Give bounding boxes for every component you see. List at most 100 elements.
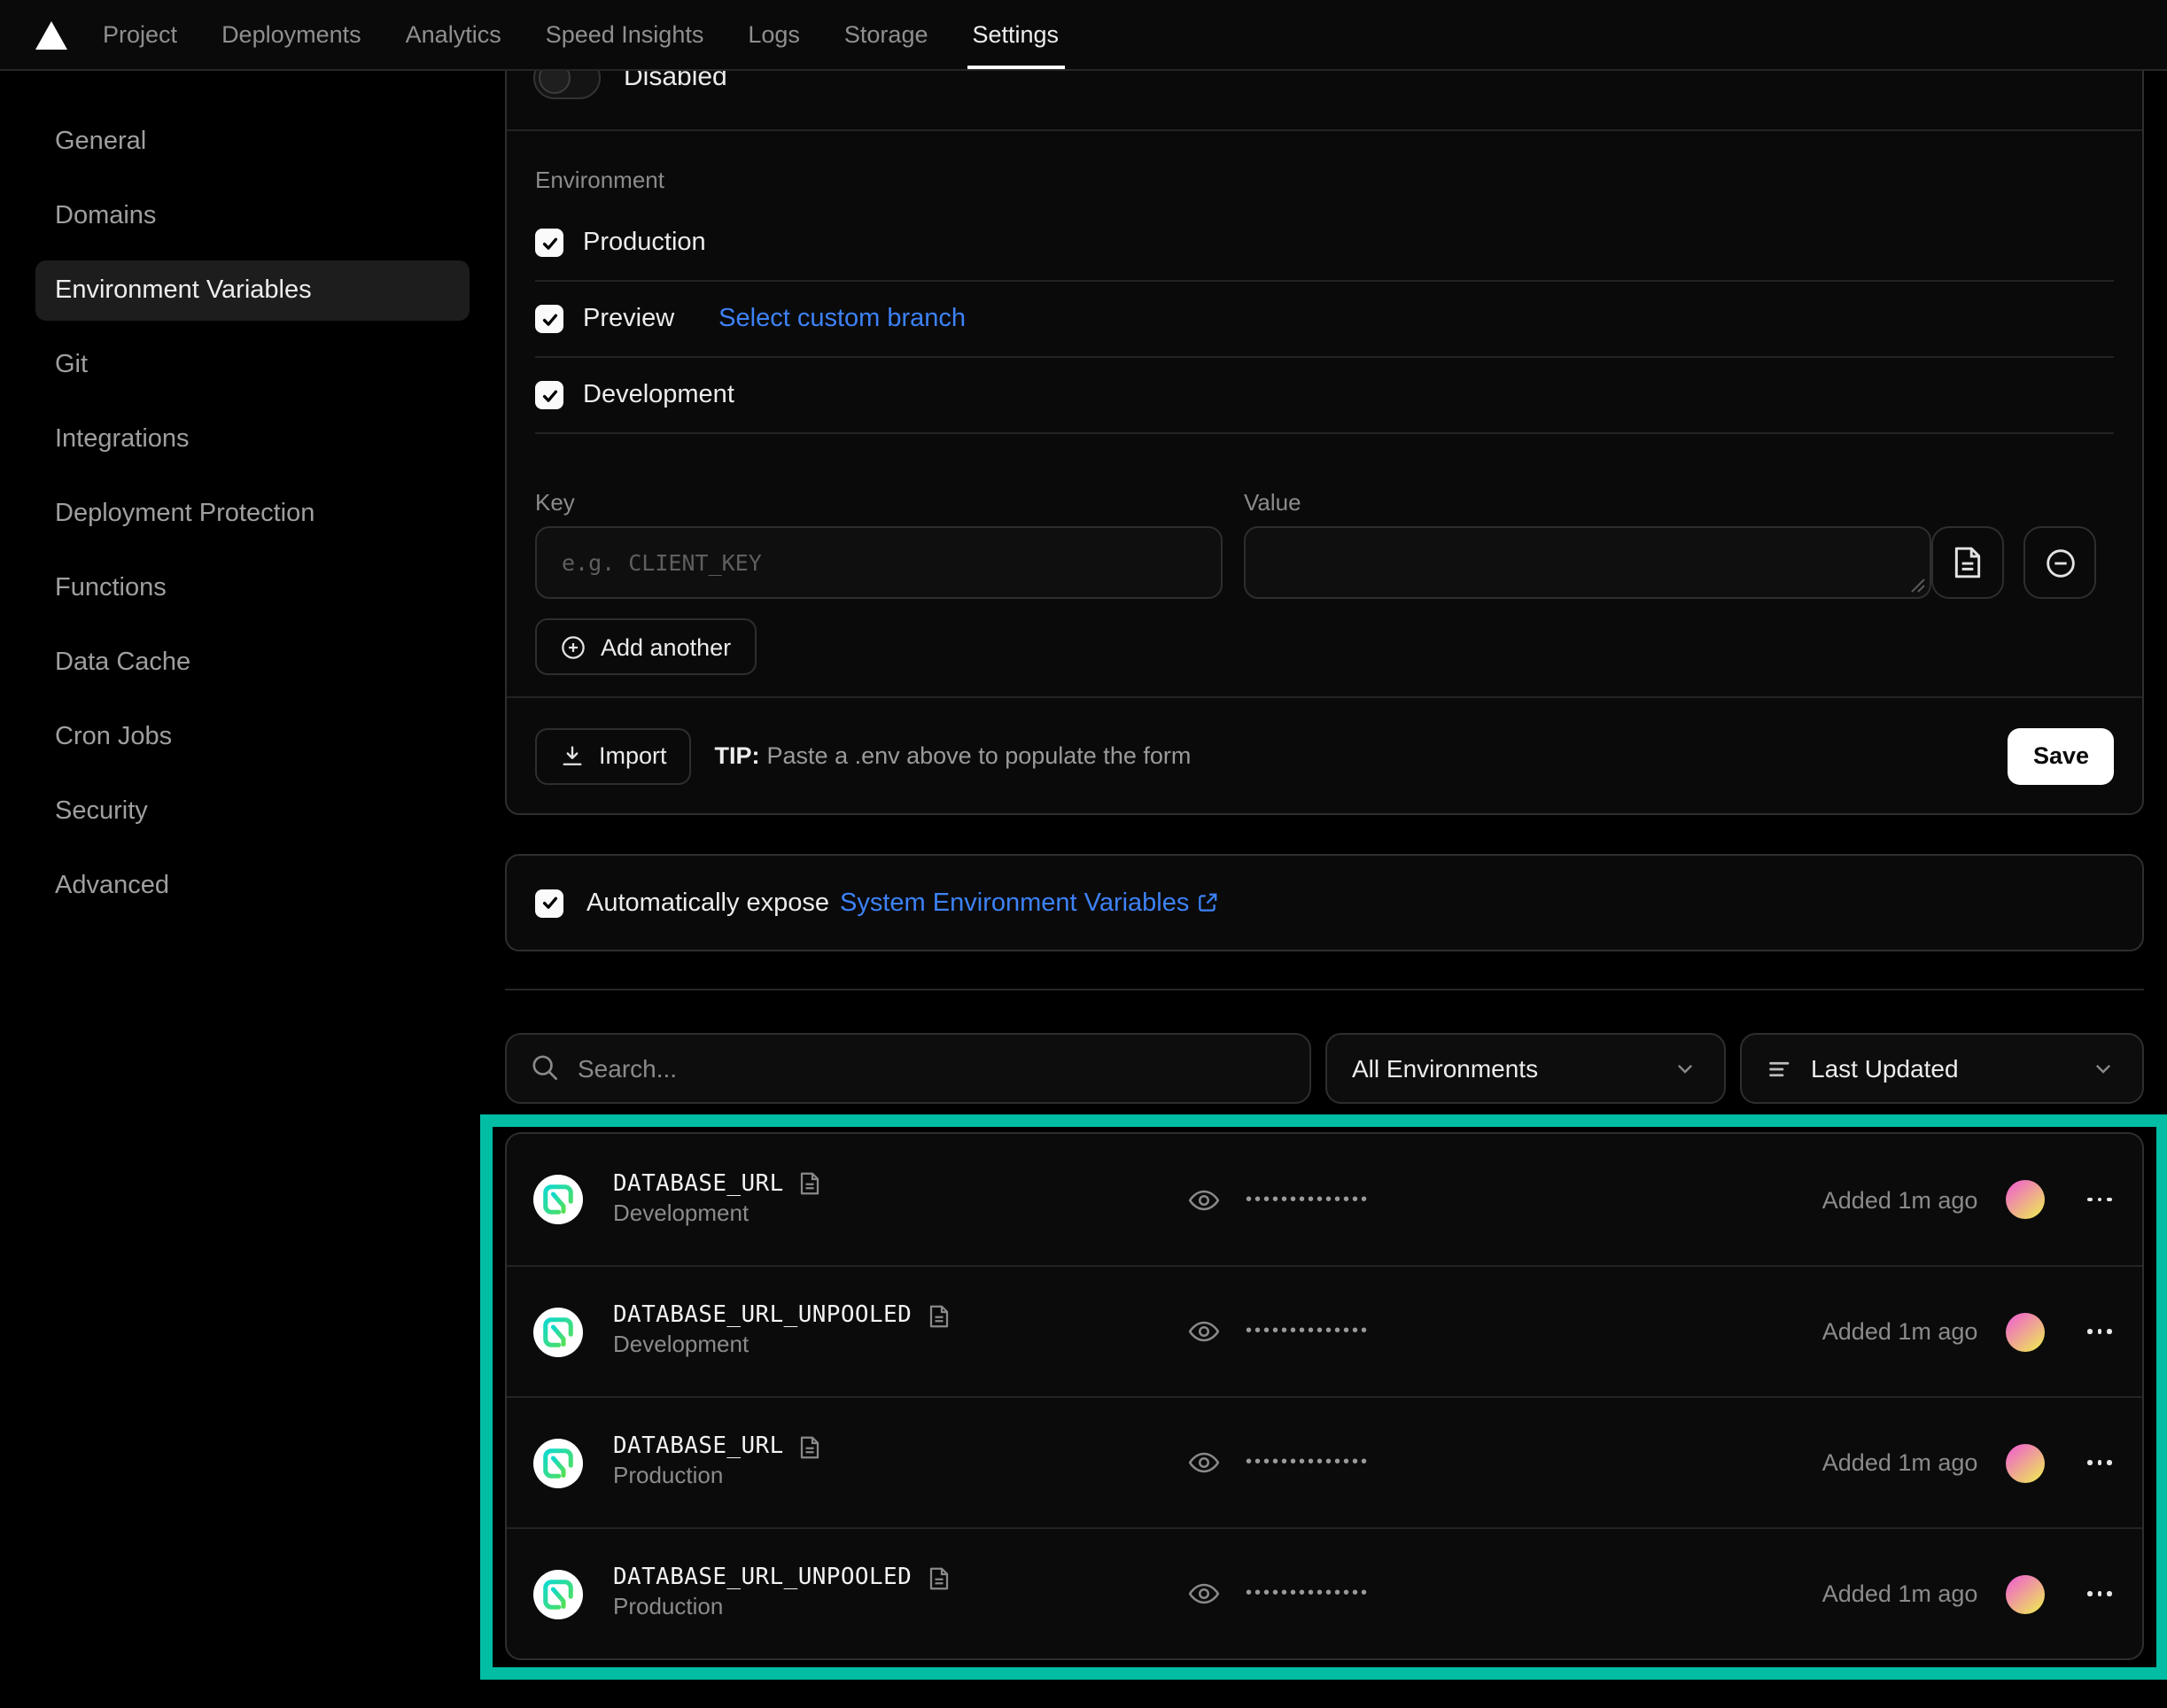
sidebar-item-data-cache[interactable]: Data Cache bbox=[35, 633, 470, 693]
value-label: Value bbox=[1244, 489, 1301, 516]
remove-row-button[interactable] bbox=[2023, 526, 2096, 599]
sort-icon bbox=[1767, 1055, 1793, 1082]
tab-logs[interactable]: Logs bbox=[748, 0, 800, 69]
checkbox-preview[interactable] bbox=[535, 305, 563, 333]
env-var-list: DATABASE_URL Development •••••• bbox=[505, 1132, 2144, 1660]
sidebar-item-cron-jobs[interactable]: Cron Jobs bbox=[35, 707, 470, 767]
tab-settings[interactable]: Settings bbox=[973, 0, 1060, 69]
vercel-logo-icon[interactable] bbox=[35, 20, 82, 49]
add-another-button[interactable]: Add another bbox=[535, 618, 756, 675]
row-menu-button[interactable] bbox=[2084, 1453, 2116, 1471]
sidebar-item-security[interactable]: Security bbox=[35, 781, 470, 842]
masked-value: •••••••••••••• bbox=[1246, 1322, 1370, 1341]
tab-deployments[interactable]: Deployments bbox=[221, 0, 361, 69]
environment-option-development: Development bbox=[535, 358, 2114, 434]
env-var-environment: Development bbox=[613, 1199, 749, 1225]
row-menu-button[interactable] bbox=[2084, 1190, 2116, 1208]
env-var-row: DATABASE_URL Development •••••• bbox=[507, 1134, 2142, 1265]
minus-circle-icon bbox=[2042, 545, 2078, 580]
search-icon bbox=[528, 1051, 562, 1084]
select-custom-branch-link[interactable]: Select custom branch bbox=[718, 305, 966, 333]
sidebar-item-integrations[interactable]: Integrations bbox=[35, 409, 470, 470]
neon-logo-icon bbox=[542, 1184, 574, 1215]
expose-label: Automatically expose bbox=[586, 889, 829, 917]
user-avatar bbox=[2006, 1180, 2045, 1219]
env-var-environment: Production bbox=[613, 1593, 723, 1619]
neon-integration-avatar bbox=[533, 1175, 583, 1224]
search-input[interactable] bbox=[505, 1033, 1311, 1104]
eye-reveal-icon[interactable] bbox=[1187, 1577, 1221, 1611]
sort-select[interactable]: Last Updated bbox=[1740, 1033, 2144, 1104]
import-button[interactable]: Import bbox=[535, 727, 692, 784]
value-input[interactable] bbox=[1244, 526, 1931, 599]
annotation-highlight-box: DATABASE_URL Development •••••• bbox=[480, 1114, 2167, 1680]
check-icon bbox=[540, 309, 559, 329]
vercel-settings-page: Project Deployments Analytics Speed Insi… bbox=[0, 0, 2167, 1708]
development-label: Development bbox=[583, 381, 734, 409]
added-timestamp: Added 1m ago bbox=[1822, 1580, 1978, 1607]
filters-row: All Environments Last Updated bbox=[505, 1033, 2144, 1104]
added-timestamp: Added 1m ago bbox=[1822, 1186, 1978, 1213]
sidebar-item-advanced[interactable]: Advanced bbox=[35, 856, 470, 916]
tab-project[interactable]: Project bbox=[103, 0, 177, 69]
file-icon bbox=[1953, 546, 1983, 579]
check-icon bbox=[540, 893, 559, 912]
section-divider bbox=[505, 989, 2144, 990]
check-icon bbox=[540, 385, 559, 405]
env-var-environment: Production bbox=[613, 1462, 723, 1488]
note-icon bbox=[800, 1171, 821, 1196]
resize-handle-icon[interactable] bbox=[1910, 578, 1926, 594]
check-icon bbox=[540, 233, 559, 252]
system-env-variables-link[interactable]: System Environment Variables bbox=[840, 889, 1219, 917]
environment-option-preview: Preview Select custom branch bbox=[535, 282, 2114, 358]
checkbox-development[interactable] bbox=[535, 381, 563, 409]
masked-value: •••••••••••••• bbox=[1246, 1584, 1370, 1603]
env-var-row: DATABASE_URL_UNPOOLED Production bbox=[507, 1527, 2142, 1658]
key-value-section: Key Value bbox=[507, 434, 2142, 675]
row-menu-button[interactable] bbox=[2084, 1584, 2116, 1603]
masked-value: •••••••••••••• bbox=[1246, 1453, 1370, 1472]
row-menu-button[interactable] bbox=[2084, 1322, 2116, 1340]
eye-reveal-icon[interactable] bbox=[1187, 1446, 1221, 1479]
note-icon bbox=[928, 1303, 949, 1328]
environment-label: Environment bbox=[535, 131, 2114, 206]
settings-content: Disabled Environment Production bbox=[505, 71, 2144, 1708]
env-var-form-card: Disabled Environment Production bbox=[505, 18, 2144, 815]
sidebar-item-general[interactable]: General bbox=[35, 112, 470, 172]
nav-tabs: Project Deployments Analytics Speed Insi… bbox=[103, 0, 1059, 69]
added-timestamp: Added 1m ago bbox=[1822, 1318, 1978, 1345]
sidebar-item-deployment-protection[interactable]: Deployment Protection bbox=[35, 484, 470, 544]
note-icon bbox=[928, 1565, 949, 1590]
checkbox-production[interactable] bbox=[535, 229, 563, 257]
environment-filter-select[interactable]: All Environments bbox=[1325, 1033, 1726, 1104]
top-nav: Project Deployments Analytics Speed Insi… bbox=[0, 0, 2167, 71]
sidebar-item-git[interactable]: Git bbox=[35, 335, 470, 395]
eye-reveal-icon[interactable] bbox=[1187, 1183, 1221, 1216]
added-timestamp: Added 1m ago bbox=[1822, 1449, 1978, 1476]
tab-analytics[interactable]: Analytics bbox=[406, 0, 501, 69]
plus-circle-icon bbox=[560, 633, 586, 660]
key-input[interactable] bbox=[535, 526, 1223, 599]
env-var-name: DATABASE_URL bbox=[613, 1433, 784, 1460]
environment-option-production: Production bbox=[535, 206, 2114, 282]
env-var-row: DATABASE_URL_UNPOOLED Development bbox=[507, 1265, 2142, 1396]
masked-value: •••••••••••••• bbox=[1246, 1190, 1370, 1209]
import-download-icon bbox=[560, 743, 585, 768]
neon-logo-icon bbox=[542, 1578, 574, 1610]
neon-logo-icon bbox=[542, 1316, 574, 1347]
tab-storage[interactable]: Storage bbox=[844, 0, 928, 69]
neon-integration-avatar bbox=[533, 1307, 583, 1356]
paste-env-file-button[interactable] bbox=[1931, 526, 2004, 599]
env-var-row: DATABASE_URL Production ••••••• bbox=[507, 1396, 2142, 1527]
sidebar-item-domains[interactable]: Domains bbox=[35, 186, 470, 246]
form-footer: Import TIP:Paste a .env above to populat… bbox=[507, 696, 2142, 813]
checkbox-expose-system-env[interactable] bbox=[535, 889, 563, 917]
production-label: Production bbox=[583, 229, 706, 257]
tab-speed-insights[interactable]: Speed Insights bbox=[546, 0, 704, 69]
neon-logo-icon bbox=[542, 1447, 574, 1479]
eye-reveal-icon[interactable] bbox=[1187, 1315, 1221, 1348]
sidebar-item-functions[interactable]: Functions bbox=[35, 558, 470, 618]
user-avatar bbox=[2006, 1312, 2045, 1351]
save-button[interactable]: Save bbox=[2008, 727, 2114, 784]
sidebar-item-environment-variables[interactable]: Environment Variables bbox=[35, 260, 470, 321]
